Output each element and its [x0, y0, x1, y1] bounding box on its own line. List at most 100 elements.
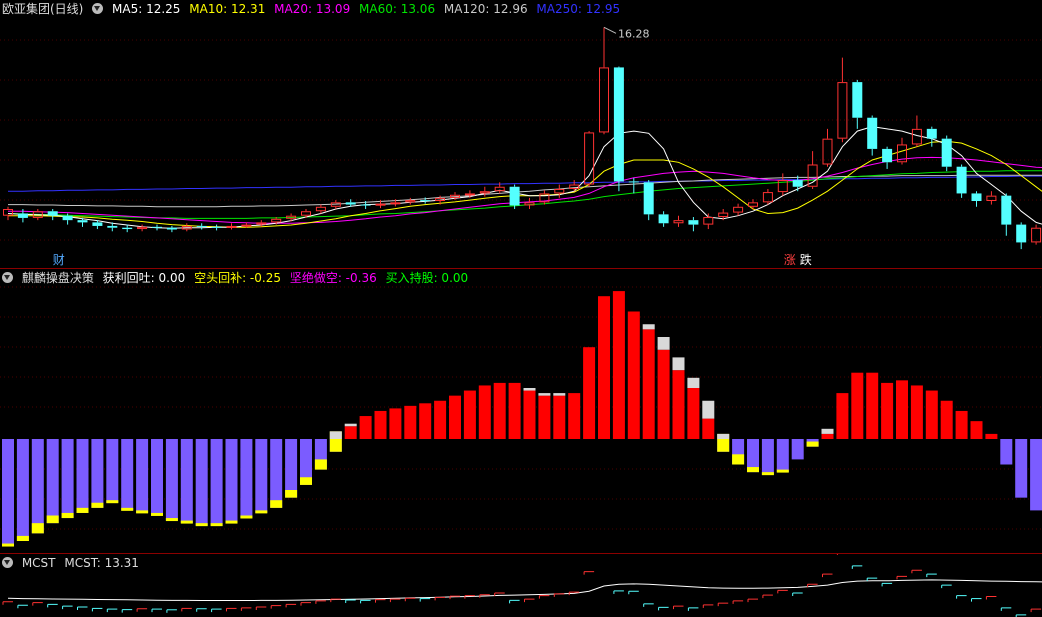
candle-body [852, 82, 863, 118]
indicator-bar-purple [2, 439, 14, 547]
indicator-title: 麒麟操盘决策 [21, 271, 94, 285]
indicator-bar-yellow [91, 502, 104, 508]
candle-body [658, 214, 669, 224]
mcst-chart[interactable] [0, 554, 1042, 617]
indicator-chart[interactable] [0, 269, 1042, 553]
indicator-bar-purple [136, 439, 149, 513]
indicator-bar-red [836, 393, 849, 439]
dropdown-icon[interactable] [92, 3, 104, 14]
high-price-label: 16.28 [618, 27, 650, 40]
indicator-item-profit: 获利回吐: 0.00 [102, 271, 186, 285]
indicator-bar-yellow [240, 515, 253, 519]
candle-body [509, 186, 520, 206]
indicator-bar-red [910, 385, 923, 439]
indicator-bar-red [598, 296, 610, 439]
indicator-bar-red [463, 390, 476, 439]
indicator-panel[interactable]: 麒麟操盘决策 获利回吐: 0.00 空头回补: -0.25 坚绝做空: -0.3… [0, 269, 1042, 553]
indicator-bar-red [896, 380, 908, 439]
candle-body [703, 217, 714, 225]
indicator-bar-yellow [2, 543, 14, 547]
indicator-bar-red [434, 400, 447, 439]
candle-body [390, 202, 401, 205]
ma60-label: MA60: 13.06 [359, 2, 436, 16]
indicator-bar-yellow [195, 523, 208, 527]
indicator-bar-yellow [300, 477, 312, 485]
candle-body [226, 225, 237, 228]
indicator-bar-purple [776, 439, 789, 473]
candle-body [137, 226, 148, 230]
indicator-bar-yellow [165, 518, 178, 522]
indicator-bar-yellow [776, 469, 789, 473]
dropdown-icon[interactable] [2, 557, 13, 568]
indicator-bar-purple [270, 439, 283, 508]
indicator-bar-yellow [225, 520, 238, 524]
indicator-bar-yellow [255, 510, 268, 514]
candle-body [673, 220, 684, 224]
indicator-bar-yellow [31, 523, 44, 534]
indicator-bar-purple [1015, 439, 1028, 498]
indicator-item-short: 坚绝做空: -0.36 [289, 271, 377, 285]
candle-body [748, 202, 758, 207]
indicator-bar-white [672, 357, 685, 371]
candle-body [405, 200, 416, 203]
indicator-bar-yellow [106, 500, 119, 504]
ma10-label: MA10: 12.31 [189, 2, 266, 16]
indicator-bar-purple [91, 439, 104, 508]
ma20-label: MA20: 13.09 [274, 2, 351, 16]
indicator-bar-purple [180, 439, 193, 524]
indicator-bar-red [389, 408, 402, 439]
stock-title: 欧亚集团(日线) [2, 2, 84, 16]
mcst-panel[interactable]: MCST MCST: 13.31 [0, 554, 1042, 617]
candle-body [122, 227, 133, 230]
indicator-bar-yellow [285, 490, 298, 498]
indicator-bar-purple [285, 439, 298, 498]
indicator-bar-red [493, 382, 506, 439]
candle-body [718, 212, 729, 218]
ma250-label: MA250: 12.95 [536, 2, 621, 16]
mcst-value: MCST: 13.31 [64, 556, 139, 570]
indicator-bar-red [374, 410, 387, 439]
candle-body [77, 220, 88, 223]
indicator-bar-red [583, 347, 596, 439]
candle-body [17, 213, 28, 218]
candle-body [524, 202, 535, 206]
indicator-bar-red [508, 382, 521, 439]
candle-body [315, 206, 326, 212]
indicator-bar-white [344, 423, 357, 427]
candle-body [166, 227, 177, 230]
indicator-bar-white [329, 431, 342, 439]
indicator-bar-white [702, 400, 715, 419]
indicator-bar-yellow [806, 441, 819, 447]
candle-body [152, 226, 162, 228]
candle-body [107, 225, 118, 228]
indicator-bar-yellow [136, 510, 149, 514]
indicator-bar-red [419, 403, 432, 439]
candle-body [345, 202, 356, 205]
indicator-bar-yellow [121, 507, 134, 511]
mcst-header: MCST MCST: 13.31 [2, 555, 144, 571]
candle-body [211, 226, 222, 228]
indicator-bar-yellow [210, 523, 223, 527]
ma5-line [7, 126, 1042, 229]
candle-body [271, 218, 282, 223]
indicator-bar-purple [761, 439, 774, 475]
marker-die: 跌 [800, 252, 812, 267]
indicator-bar-red [821, 433, 834, 439]
indicator-bar-yellow [16, 535, 29, 541]
candle-body [628, 181, 639, 183]
candle-body [47, 211, 58, 216]
price-panel[interactable]: 16.2811.28财涨跌预 欧亚集团(日线) MA5: 12.25 MA10:… [0, 0, 1042, 268]
candle-body [733, 206, 744, 213]
indicator-bar-white [687, 377, 700, 388]
indicator-bar-purple [225, 439, 238, 524]
candle-body [3, 209, 13, 216]
price-chart[interactable]: 16.2811.28财涨跌预 [0, 0, 1042, 268]
indicator-bar-red [881, 382, 894, 439]
candle-body [941, 138, 952, 167]
indicator-bar-red [866, 372, 879, 439]
dropdown-icon[interactable] [2, 272, 13, 283]
indicator-bar-red [344, 426, 357, 439]
indicator-bar-purple [240, 439, 253, 519]
indicator-bar-yellow [732, 454, 745, 465]
candle-body [882, 148, 893, 163]
